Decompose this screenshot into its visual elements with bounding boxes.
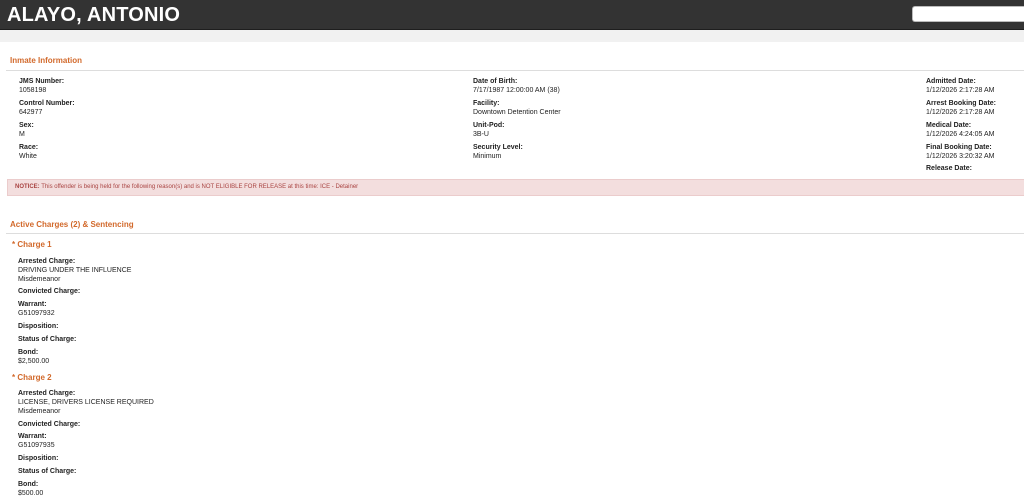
warrant-value: G51097932 — [18, 310, 55, 317]
admitted-date-field: Admitted Date: 1/12/2026 2:17:28 AM — [926, 77, 995, 95]
sex-field: Sex: M — [19, 121, 34, 139]
security-level-value: Minimum — [473, 153, 502, 160]
charge-1-arrested: Arrested Charge: DRIVING UNDER THE INFLU… — [18, 257, 131, 284]
convicted-charge-label: Convicted Charge: — [18, 421, 81, 428]
charge-2-arrested: Arrested Charge: LICENSE, DRIVERS LICENS… — [18, 389, 154, 416]
status-of-charge-label: Status of Charge: — [18, 336, 77, 343]
section-divider — [6, 70, 1024, 71]
race-value: White — [19, 153, 37, 160]
final-booking-date-field: Final Booking Date: 1/12/2026 3:20:32 AM — [926, 143, 995, 161]
facility-value: Downtown Detention Center — [473, 109, 561, 116]
dob-field: Date of Birth: 7/17/1987 12:00:00 AM (38… — [473, 77, 560, 95]
release-notice-banner: NOTICE: This offender is being held for … — [7, 179, 1024, 196]
inmate-info-heading: Inmate Information — [10, 56, 83, 65]
arrested-charge-value: DRIVING UNDER THE INFLUENCE — [18, 267, 132, 274]
control-number-field: Control Number: 642977 — [19, 99, 75, 117]
unit-pod-label: Unit-Pod: — [473, 122, 505, 129]
header-bar: ALAYO, ANTONIO — [0, 0, 1024, 30]
status-of-charge-label: Status of Charge: — [18, 468, 77, 475]
arrest-booking-date-field: Arrest Booking Date: 1/12/2026 2:17:28 A… — [926, 99, 996, 117]
jms-number-value: 1058198 — [19, 87, 47, 94]
charge-2-status: Status of Charge: — [18, 467, 76, 476]
final-booking-date-value: 1/12/2026 3:20:32 AM — [926, 153, 995, 160]
warrant-value: G51097935 — [18, 442, 55, 449]
section-divider — [6, 233, 1024, 234]
unit-pod-field: Unit-Pod: 3B-U — [473, 121, 505, 139]
convicted-charge-label: Convicted Charge: — [18, 288, 81, 295]
charge-2-disposition: Disposition: — [18, 454, 58, 463]
medical-date-field: Medical Date: 1/12/2026 4:24:05 AM — [926, 121, 995, 139]
facility-field: Facility: Downtown Detention Center — [473, 99, 561, 117]
bond-label: Bond: — [18, 349, 39, 356]
active-charges-heading: Active Charges (2) & Sentencing — [10, 220, 134, 229]
security-level-field: Security Level: Minimum — [473, 143, 523, 161]
disposition-label: Disposition: — [18, 323, 59, 330]
facility-label: Facility: — [473, 100, 500, 107]
charge-2-bond: Bond: $500.00 — [18, 480, 43, 498]
bond-value: $500.00 — [18, 490, 44, 497]
arrested-charge-value: LICENSE, DRIVERS LICENSE REQUIRED — [18, 399, 154, 406]
jms-number-field: JMS Number: 1058198 — [19, 77, 64, 95]
arrested-charge-class: Misdemeanor — [18, 408, 61, 415]
charge-1-warrant: Warrant: G51097932 — [18, 300, 55, 318]
header-spacer — [0, 30, 1024, 42]
warrant-label: Warrant: — [18, 301, 47, 308]
notice-text: This offender is being held for the foll… — [39, 184, 359, 190]
control-number-value: 642977 — [19, 109, 43, 116]
charge-1-heading: * Charge 1 — [12, 240, 52, 249]
arrested-charge-label: Arrested Charge: — [18, 390, 76, 397]
admitted-date-value: 1/12/2026 2:17:28 AM — [926, 87, 995, 94]
charge-1-bond: Bond: $2,500.00 — [18, 348, 49, 366]
search-input[interactable] — [912, 6, 1024, 22]
unit-pod-value: 3B-U — [473, 131, 489, 138]
arrest-booking-date-label: Arrest Booking Date: — [926, 100, 997, 107]
medical-date-value: 1/12/2026 4:24:05 AM — [926, 131, 995, 138]
control-number-label: Control Number: — [19, 100, 75, 107]
race-field: Race: White — [19, 143, 38, 161]
charge-2-warrant: Warrant: G51097935 — [18, 432, 55, 450]
charge-1-disposition: Disposition: — [18, 322, 58, 331]
bond-label: Bond: — [18, 481, 39, 488]
dob-label: Date of Birth: — [473, 78, 518, 85]
race-label: Race: — [19, 144, 39, 151]
jms-number-label: JMS Number: — [19, 78, 65, 85]
dob-value: 7/17/1987 12:00:00 AM (38) — [473, 87, 560, 94]
release-date-label: Release Date: — [926, 165, 972, 172]
disposition-label: Disposition: — [18, 455, 59, 462]
charge-1-status: Status of Charge: — [18, 335, 76, 344]
admitted-date-label: Admitted Date: — [926, 78, 976, 85]
arrested-charge-label: Arrested Charge: — [18, 258, 76, 265]
notice-prefix: NOTICE: — [15, 184, 40, 190]
charge-2-convicted: Convicted Charge: — [18, 420, 80, 429]
inmate-name-title: ALAYO, ANTONIO — [7, 4, 181, 26]
release-date-field: Release Date: — [926, 164, 972, 173]
warrant-label: Warrant: — [18, 433, 47, 440]
security-level-label: Security Level: — [473, 144, 523, 151]
arrest-booking-date-value: 1/12/2026 2:17:28 AM — [926, 109, 995, 116]
charge-2-heading: * Charge 2 — [12, 373, 52, 382]
sex-label: Sex: — [19, 122, 34, 129]
medical-date-label: Medical Date: — [926, 122, 972, 129]
charge-1-convicted: Convicted Charge: — [18, 287, 80, 296]
final-booking-date-label: Final Booking Date: — [926, 144, 992, 151]
sex-value: M — [19, 131, 25, 138]
bond-value: $2,500.00 — [18, 358, 50, 365]
arrested-charge-class: Misdemeanor — [18, 276, 61, 283]
